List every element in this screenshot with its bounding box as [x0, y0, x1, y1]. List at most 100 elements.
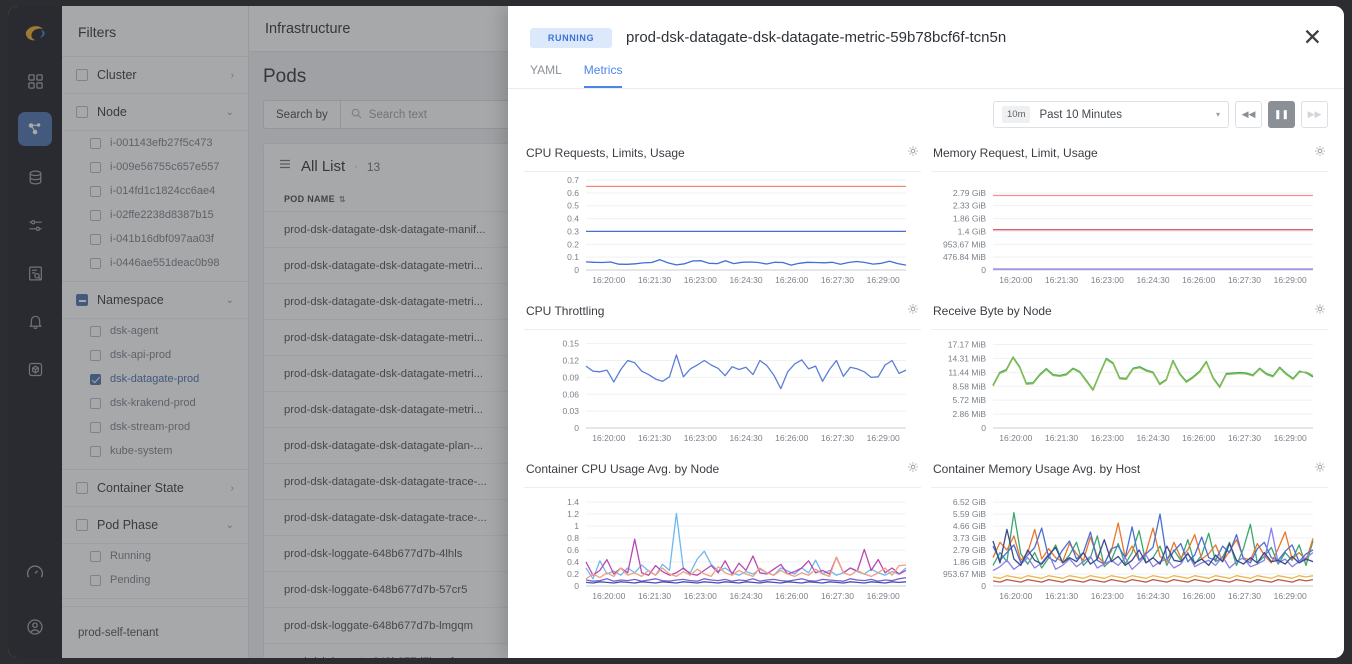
pod-detail-modal: RUNNING prod-dsk-datagate-dsk-datagate-m…	[508, 6, 1344, 658]
svg-text:16:24:30: 16:24:30	[729, 275, 762, 285]
svg-text:16:27:30: 16:27:30	[821, 433, 854, 443]
chart-card: Container Memory Usage Avg. by Host 0 953.…	[931, 454, 1328, 612]
chart-card: Receive Byte by Node 0 2.86 MiB 5.72 MiB 8.5…	[931, 296, 1328, 454]
chart-title: CPU Requests, Limits, Usage	[526, 146, 685, 160]
chart-plot: 0 476.84 MiB 953.67 MiB 1.4 GiB 1.86 GiB 2.33…	[931, 172, 1328, 292]
svg-text:1.4 GiB: 1.4 GiB	[958, 226, 987, 236]
svg-text:0.06: 0.06	[562, 389, 579, 399]
svg-text:5.72 MiB: 5.72 MiB	[952, 395, 986, 405]
chart-plot: 0 953.67 MiB 1.86 GiB 2.79 GiB 3.73 GiB 4.66 …	[931, 488, 1328, 608]
tab-metrics[interactable]: Metrics	[583, 63, 623, 88]
svg-text:16:29:00: 16:29:00	[1274, 591, 1307, 601]
svg-text:0: 0	[574, 581, 579, 591]
chart-plot: 0 2.86 MiB 5.72 MiB 8.58 MiB 11.44 MiB 14.31 …	[931, 330, 1328, 450]
svg-text:1.2: 1.2	[567, 509, 579, 519]
chart-header: CPU Throttling	[524, 296, 921, 330]
modal-header: RUNNING prod-dsk-datagate-dsk-datagate-m…	[508, 6, 1344, 49]
svg-text:16:27:30: 16:27:30	[1228, 275, 1261, 285]
svg-text:14.31 MiB: 14.31 MiB	[948, 353, 987, 363]
svg-text:16:24:30: 16:24:30	[1136, 275, 1169, 285]
chart-card: CPU Throttling 0 0.03 0.06 0.09 0.12 0.15 16:20…	[524, 296, 921, 454]
svg-text:2.86 MiB: 2.86 MiB	[952, 409, 986, 419]
svg-text:4.66 GiB: 4.66 GiB	[953, 521, 986, 531]
svg-text:2.79 GiB: 2.79 GiB	[953, 545, 986, 555]
chart-title: Receive Byte by Node	[933, 304, 1052, 318]
svg-text:0.3: 0.3	[567, 226, 579, 236]
svg-text:16:24:30: 16:24:30	[729, 433, 762, 443]
svg-text:11.44 MiB: 11.44 MiB	[948, 367, 986, 377]
chart-card: Container CPU Usage Avg. by Node 0 0.2 0.4 0…	[524, 454, 921, 612]
svg-text:0.2: 0.2	[567, 569, 579, 579]
svg-text:16:21:30: 16:21:30	[638, 275, 671, 285]
svg-text:0.03: 0.03	[562, 406, 579, 416]
svg-text:0.15: 0.15	[562, 339, 579, 349]
svg-text:16:29:00: 16:29:00	[867, 275, 900, 285]
svg-text:0.12: 0.12	[562, 356, 579, 366]
chart-title: Container Memory Usage Avg. by Host	[933, 462, 1141, 476]
svg-text:16:26:00: 16:26:00	[775, 433, 808, 443]
time-range-label: Past 10 Minutes	[1039, 108, 1122, 121]
svg-text:3.73 GiB: 3.73 GiB	[953, 533, 986, 543]
svg-text:16:21:30: 16:21:30	[1045, 433, 1078, 443]
modal-title: prod-dsk-datagate-dsk-datagate-metric-59…	[626, 29, 1007, 46]
svg-text:16:29:00: 16:29:00	[867, 591, 900, 601]
svg-text:16:29:00: 16:29:00	[1274, 433, 1307, 443]
gear-icon[interactable]	[907, 302, 919, 320]
svg-text:16:26:00: 16:26:00	[1182, 591, 1215, 601]
rewind-button[interactable]: ◀◀	[1235, 101, 1262, 128]
chart-title: CPU Throttling	[526, 304, 605, 318]
svg-text:16:21:30: 16:21:30	[638, 591, 671, 601]
svg-text:16:21:30: 16:21:30	[638, 433, 671, 443]
svg-text:16:23:00: 16:23:00	[1091, 275, 1124, 285]
svg-text:16:23:00: 16:23:00	[684, 275, 717, 285]
svg-text:2.33 GiB: 2.33 GiB	[953, 201, 986, 211]
svg-text:2.79 GiB: 2.79 GiB	[953, 188, 986, 198]
svg-text:0: 0	[574, 423, 579, 433]
svg-text:1: 1	[574, 521, 579, 531]
close-icon[interactable]: ✕	[1303, 26, 1322, 49]
chart-plot: 0 0.03 0.06 0.09 0.12 0.15 16:20:00 16:21:30 16:…	[524, 330, 921, 450]
gear-icon[interactable]	[1314, 302, 1326, 320]
pause-button[interactable]: ❚❚	[1268, 101, 1295, 128]
gear-icon[interactable]	[907, 144, 919, 162]
gear-icon[interactable]	[1314, 460, 1326, 478]
svg-text:1.86 GiB: 1.86 GiB	[953, 557, 986, 567]
forward-button[interactable]: ▶▶	[1301, 101, 1328, 128]
svg-text:16:27:30: 16:27:30	[1228, 433, 1261, 443]
svg-text:16:26:00: 16:26:00	[775, 275, 808, 285]
gear-icon[interactable]	[907, 460, 919, 478]
metrics-toolbar: 10m Past 10 Minutes ▾ ◀◀ ❚❚ ▶▶	[508, 89, 1344, 138]
svg-text:16:27:30: 16:27:30	[821, 591, 854, 601]
svg-text:16:24:30: 16:24:30	[1136, 591, 1169, 601]
time-range-picker[interactable]: 10m Past 10 Minutes ▾	[993, 101, 1229, 128]
svg-text:16:26:00: 16:26:00	[1182, 433, 1215, 443]
svg-text:0.6: 0.6	[567, 545, 579, 555]
chart-title: Container CPU Usage Avg. by Node	[526, 462, 720, 476]
svg-text:0.5: 0.5	[567, 201, 579, 211]
svg-text:16:20:00: 16:20:00	[592, 591, 625, 601]
svg-text:16:26:00: 16:26:00	[775, 591, 808, 601]
metrics-grid: CPU Requests, Limits, Usage 0 0.1 0.2 0.3 0.4…	[508, 138, 1344, 612]
svg-text:0.7: 0.7	[567, 175, 579, 185]
svg-text:16:27:30: 16:27:30	[1228, 591, 1261, 601]
svg-text:16:23:00: 16:23:00	[1091, 591, 1124, 601]
svg-text:0.6: 0.6	[567, 188, 579, 198]
svg-text:16:23:00: 16:23:00	[1091, 433, 1124, 443]
svg-text:0.4: 0.4	[567, 557, 579, 567]
chevron-down-icon[interactable]: ▾	[1216, 110, 1220, 119]
chart-plot: 0 0.2 0.4 0.6 0.8 1 1.2 1.4 16:20:00 16:21:30 16:2…	[524, 488, 921, 608]
svg-text:953.67 MiB: 953.67 MiB	[943, 239, 986, 249]
svg-text:16:21:30: 16:21:30	[1045, 275, 1078, 285]
gear-icon[interactable]	[1314, 144, 1326, 162]
tab-yaml[interactable]: YAML	[530, 63, 562, 88]
time-range-badge: 10m	[1002, 106, 1031, 123]
chart-plot: 0 0.1 0.2 0.3 0.4 0.5 0.6 0.7 16:20:00 16:21:30 16…	[524, 172, 921, 292]
svg-text:16:20:00: 16:20:00	[592, 433, 625, 443]
svg-text:16:20:00: 16:20:00	[999, 275, 1032, 285]
svg-text:16:24:30: 16:24:30	[729, 591, 762, 601]
chart-header: CPU Requests, Limits, Usage	[524, 138, 921, 172]
svg-text:17.17 MiB: 17.17 MiB	[948, 339, 987, 349]
svg-text:5.59 GiB: 5.59 GiB	[953, 509, 986, 519]
svg-text:0: 0	[981, 265, 986, 275]
chart-header: Container Memory Usage Avg. by Host	[931, 454, 1328, 488]
